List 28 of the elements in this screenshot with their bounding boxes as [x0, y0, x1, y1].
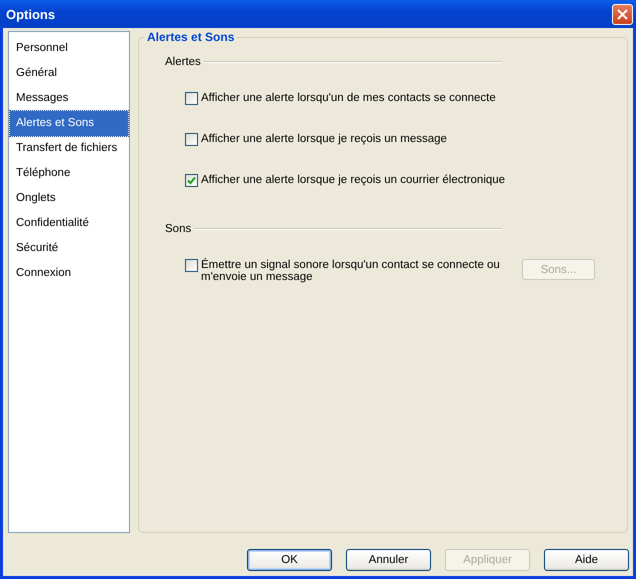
option-label: Afficher une alerte lorsque je reçois un message — [201, 133, 447, 145]
close-button[interactable] — [612, 4, 633, 24]
category-item[interactable]: Général — [10, 61, 128, 86]
section-label: Alertes — [165, 56, 201, 68]
category-item[interactable]: Confidentialité — [10, 211, 128, 236]
checkbox[interactable] — [185, 92, 198, 105]
dialog-button[interactable]: OK — [247, 549, 332, 571]
checkbox[interactable] — [185, 133, 198, 146]
dialog-button[interactable]: Annuler — [346, 549, 431, 571]
category-item[interactable]: Alertes et Sons — [10, 111, 128, 136]
section-label: Sons — [165, 223, 192, 235]
category-item[interactable]: Sécurité — [10, 236, 128, 261]
checkbox[interactable] — [185, 174, 198, 187]
category-item[interactable]: Messages — [10, 86, 128, 111]
category-item[interactable]: Personnel — [10, 36, 128, 61]
option-label: Afficher une alerte lorsqu'un de mes contacts se connecte — [201, 92, 496, 104]
category-item[interactable]: Téléphone — [10, 161, 128, 186]
dialog-button[interactable]: Aide — [544, 549, 629, 571]
window-title: Options — [6, 6, 56, 22]
checkbox[interactable] — [185, 259, 198, 272]
check-icon — [187, 176, 196, 185]
group-title: Alertes et Sons — [145, 30, 236, 44]
option-label: Afficher une alerte lorsque je reçois un courrier électronique — [201, 174, 506, 186]
category-item[interactable]: Connexion — [10, 261, 128, 286]
option-label: Émettre un signal sonore lorsqu'un contact se connecte ou m'envoie un message — [201, 259, 501, 283]
category-item[interactable]: Transfert de fichiers — [10, 136, 128, 161]
close-icon — [617, 8, 628, 20]
category-item[interactable]: Onglets — [10, 186, 128, 211]
